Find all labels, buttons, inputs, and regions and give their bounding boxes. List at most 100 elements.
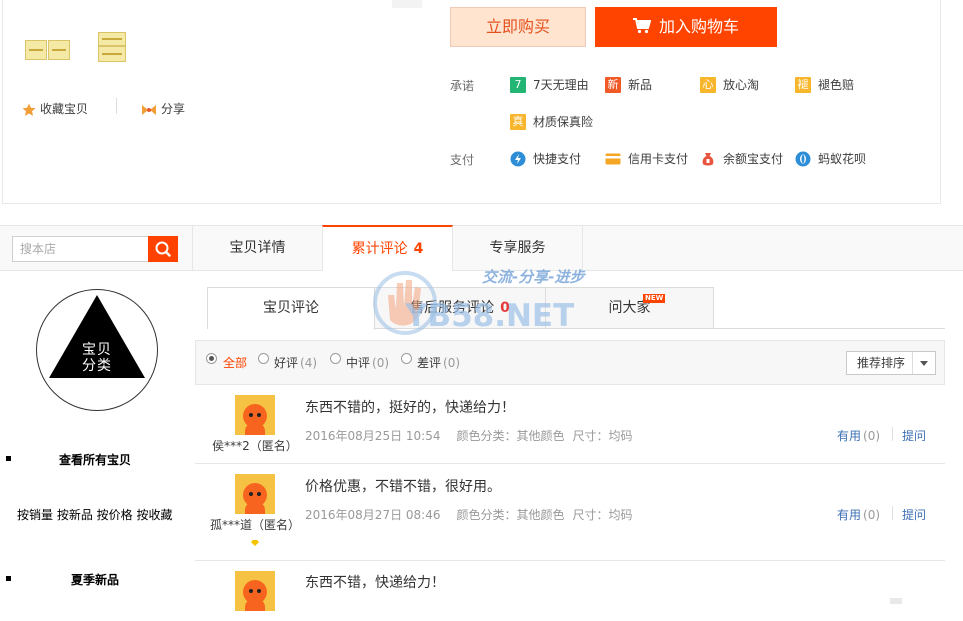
divider [714,328,945,329]
buy-now-button[interactable]: 立即购买 [450,7,586,47]
product-thumbnail-2[interactable] [92,28,144,70]
huabei-icon [795,151,811,166]
filter-bad-label: 差评 [417,356,442,370]
bullet [6,576,11,581]
share-label: 分享 [161,102,186,116]
review-size: 尺寸：均码 [572,508,633,522]
share-icon [142,104,156,115]
filter-medium-count: (0) [372,356,390,370]
vip-diamond-icon [251,540,259,546]
promise-trust[interactable]: 心放心淘 [700,76,759,94]
useful-button[interactable]: 有用 (0) [837,506,880,523]
avatar-eye [257,589,261,593]
useful-button[interactable]: 有用 (0) [837,427,880,444]
pay-huabei[interactable]: 蚂蚁花呗 [795,150,866,168]
avatar-body [245,423,265,435]
filter-medium-radio[interactable] [330,353,341,364]
filter-medium[interactable]: 中评 (0) [346,354,389,371]
bullet [6,456,11,461]
share-link[interactable]: 分享 [141,100,185,117]
promise-fade[interactable]: 褪褪色赔 [795,76,854,94]
filter-bad-radio[interactable] [401,353,412,364]
pay-credit-card-label: 信用卡支付 [628,152,689,166]
tab-item-details[interactable]: 宝贝详情 [192,226,322,271]
promise-seven-days[interactable]: 7 7天无理由 [510,76,589,94]
shop-search-button[interactable] [148,236,178,262]
subtab-item-reviews[interactable]: 宝贝评论 [208,288,375,330]
review-text: 价格优惠，不错不错，很好用。 [305,479,501,495]
review-color: 颜色分类：其他颜色 [456,508,565,522]
promise-fade-label: 褪色赔 [818,78,855,92]
category-title-text: 宝贝分类 [82,342,112,374]
favorite-link[interactable]: 收藏宝贝 [22,100,88,117]
scroll-arrow[interactable] [392,0,422,8]
filter-good-radio[interactable] [258,353,269,364]
filter-good[interactable]: 好评 (4) [274,354,317,371]
summer-new-link[interactable]: 夏季新品 [71,571,119,588]
review-row: 东西不错，快递给力！ [195,561,945,621]
review-text: 东西不错的，挺好的，快递给力！ [305,400,515,416]
trust-icon: 心 [700,76,716,93]
divider [892,427,893,441]
sort-dropdown-label: 推荐排序 [857,356,906,370]
filter-good-count: (4) [300,356,318,370]
avatar [235,474,275,514]
promise-material-label: 材质保真险 [533,115,594,129]
pay-yuebao[interactable]: 余额宝支付 [700,150,783,168]
review-size: 尺寸：均码 [572,429,633,443]
scrollbar-thumb[interactable] [890,598,902,604]
pay-quick-label: 快捷支付 [533,152,582,166]
avatar-eye [249,492,253,496]
review-date: 2016年08月27日 08:46 [305,508,441,522]
view-all-link[interactable]: 查看所有宝贝 [59,451,131,468]
tab-exclusive-service[interactable]: 专享服务 [453,226,583,271]
avatar-body [245,599,265,611]
star-icon [22,103,36,116]
review-meta: 2016年08月27日 08:46 颜色分类：其他颜色 尺寸：均码 [305,506,649,523]
filter-bad[interactable]: 差评 (0) [417,354,460,371]
ask-button[interactable]: 提问 [902,506,926,523]
reviewer-nickname: 侯***2（匿名） [212,439,298,453]
add-to-cart-label: 加入购物车 [658,17,739,36]
pay-label: 支付 [450,153,475,167]
tab-reviews-label: 累计评论 [351,241,408,257]
filter-bad-count: (0) [443,356,461,370]
promise-label: 承诺 [450,79,475,93]
cart-icon [632,18,651,34]
useful-label: 有用 [837,429,862,443]
review-date: 2016年08月25日 10:54 [305,429,441,443]
filter-all-label[interactable]: 全部 [223,354,247,371]
avatar-eye [257,413,261,417]
sort-dropdown[interactable]: 推荐排序 [846,351,936,375]
review-row: 孤***道（匿名） 价格优惠，不错不错，很好用。 2016年08月27日 08:… [195,464,945,561]
yuebao-icon [702,152,714,165]
filter-medium-label: 中评 [346,356,371,370]
promise-material[interactable]: 真材质保真险 [510,113,593,131]
useful-label: 有用 [837,508,862,522]
review-count: 4 [413,241,424,257]
product-thumbnail-1[interactable] [23,30,75,72]
ask-button[interactable]: 提问 [902,427,926,444]
avatar-body [245,502,265,514]
promise-new-product[interactable]: 新新品 [605,76,652,94]
filter-good-label: 好评 [274,356,299,370]
product-summary: 收藏宝贝 分享 立即购买 加入购物车 承诺 7 7天无理由 新新品 心放心淘 褪褪… [0,0,963,205]
add-to-cart-button[interactable]: 加入购物车 [595,7,777,47]
filter-all-radio[interactable] [206,353,217,364]
avatar-eye [249,589,253,593]
category-title: 宝贝分类 [0,342,194,374]
tab-reviews[interactable]: 累计评论 4 [322,225,453,271]
pay-quick[interactable]: 快捷支付 [510,150,581,168]
avatar [235,571,275,611]
pay-credit-card[interactable]: 信用卡支付 [605,150,688,168]
avatar [235,395,275,435]
useful-count: (0) [863,429,881,443]
divider [912,352,913,374]
pay-yuebao-label: 余额宝支付 [723,152,784,166]
sort-links[interactable]: 按销量 按新品 按价格 按收藏 [17,506,172,523]
review-row: 侯***2（匿名） 东西不错的，挺好的，快递给力！ 2016年08月25日 10… [195,385,945,464]
detail-tab-bar: 搜本店 宝贝详情 累计评论 4 专享服务 [0,225,963,271]
reviewer-nickname: 孤***道（匿名） [209,518,300,532]
shop-search-input[interactable]: 搜本店 [12,236,149,262]
watermark-site: YB58.NET [405,298,575,334]
